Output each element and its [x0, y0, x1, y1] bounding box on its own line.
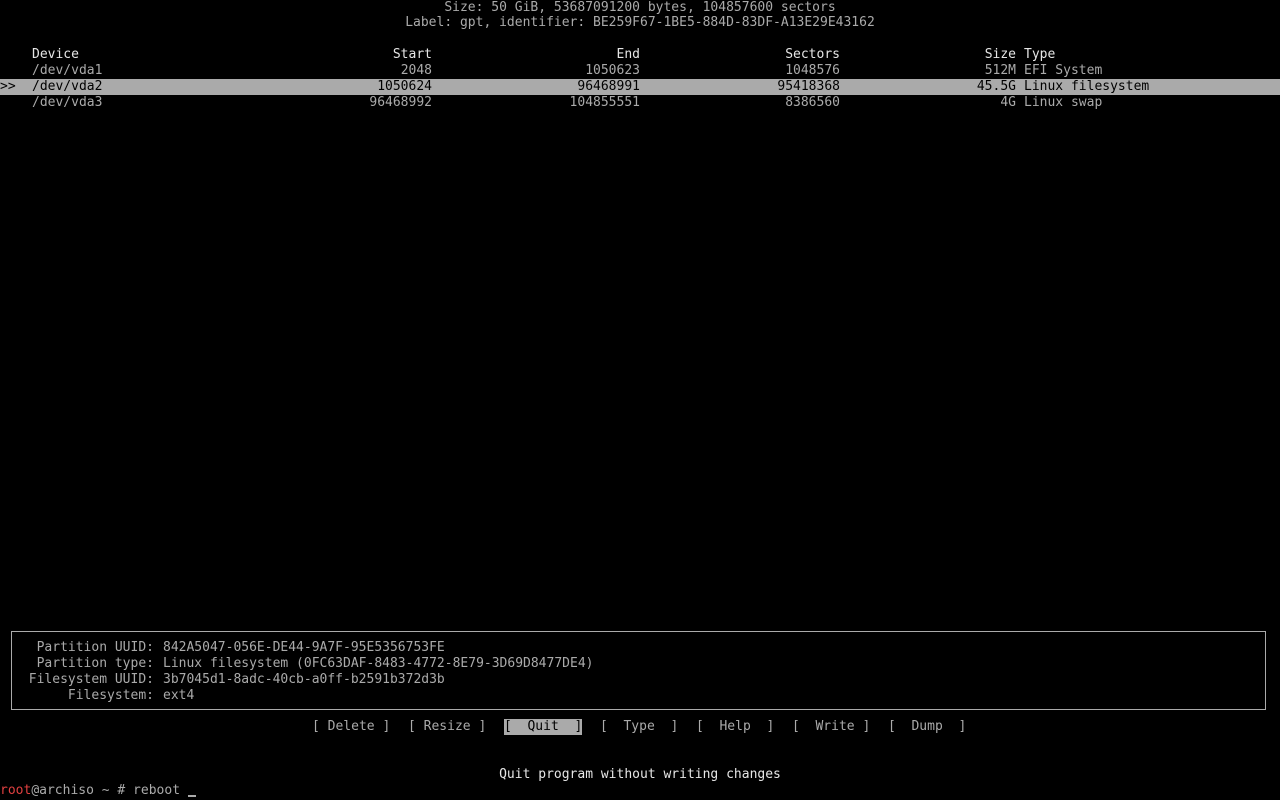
delete-button[interactable]: [ Delete ]	[312, 719, 390, 735]
row-start: 1050624	[377, 79, 432, 94]
quit-button[interactable]: [ Quit ]	[504, 719, 583, 735]
filesystem-uuid-value: 3b7045d1-8adc-40cb-a0ff-b2591b372d3b	[163, 672, 445, 687]
prompt-command: @archiso ~ # reboot	[31, 783, 188, 798]
disk-label-line: Label: gpt, identifier: BE259F67-1BE5-88…	[405, 15, 875, 30]
column-header-type: Type	[1024, 47, 1056, 62]
row-device: /dev/vda2	[32, 79, 103, 94]
table-row-selected[interactable]: >> /dev/vda2 1050624 96468991 95418368 4…	[0, 79, 1280, 95]
row-size: 512M	[984, 63, 1016, 78]
help-button[interactable]: [ Help ]	[696, 719, 774, 735]
row-end: 1050623	[585, 63, 640, 78]
partition-uuid-value: 842A5047-056E-DE44-9A7F-95E5356753FE	[163, 640, 445, 655]
write-button[interactable]: [ Write ]	[792, 719, 870, 735]
row-type: EFI System	[1024, 63, 1103, 78]
shell-prompt[interactable]: root@archiso ~ # reboot	[0, 783, 196, 799]
row-start: 2048	[400, 63, 432, 78]
filesystem-value: ext4	[163, 688, 195, 703]
column-header-size: Size	[984, 47, 1016, 62]
row-device: /dev/vda1	[32, 63, 103, 78]
row-type: Linux swap	[1024, 95, 1103, 110]
row-sectors: 8386560	[785, 95, 840, 110]
row-end: 96468991	[577, 79, 640, 94]
partition-type-key: Partition type:	[36, 656, 154, 671]
filesystem-uuid-key: Filesystem UUID:	[28, 672, 154, 687]
action-hint: Quit program without writing changes	[499, 767, 781, 782]
text-cursor	[187, 795, 196, 797]
row-sectors: 95418368	[777, 79, 840, 94]
table-row[interactable]: /dev/vda3 96468992 104855551 8386560 4G …	[0, 95, 1280, 111]
partition-type-line: Partition type: Linux filesystem (0FC63D…	[12, 656, 1262, 672]
filesystem-line: Filesystem: ext4	[12, 688, 1262, 704]
table-row[interactable]: /dev/vda1 2048 1050623 1048576 512M EFI …	[0, 63, 1280, 79]
filesystem-key: Filesystem:	[67, 688, 154, 703]
dump-button[interactable]: [ Dump ]	[888, 719, 966, 735]
column-header-start: Start	[392, 47, 432, 62]
row-sectors: 1048576	[785, 63, 840, 78]
row-device: /dev/vda3	[32, 95, 103, 110]
column-header-device: Device	[32, 47, 79, 62]
row-start: 96468992	[369, 95, 432, 110]
prompt-user: root	[0, 783, 32, 798]
action-menu: [ Delete ] [ Resize ] [ Quit ] [ Type ] …	[0, 719, 1280, 735]
column-header-end: End	[616, 47, 640, 62]
partition-uuid-key: Partition UUID:	[36, 640, 154, 655]
row-end: 104855551	[569, 95, 640, 110]
selection-marker: >>	[0, 79, 16, 94]
row-type: Linux filesystem	[1024, 79, 1150, 94]
disk-size-line: Size: 50 GiB, 53687091200 bytes, 1048576…	[444, 0, 836, 15]
column-header-sectors: Sectors	[785, 47, 840, 62]
partition-uuid-line: Partition UUID: 842A5047-056E-DE44-9A7F-…	[12, 640, 1262, 656]
filesystem-uuid-line: Filesystem UUID: 3b7045d1-8adc-40cb-a0ff…	[12, 672, 1262, 688]
type-button[interactable]: [ Type ]	[600, 719, 678, 735]
partition-type-value: Linux filesystem (0FC63DAF-8483-4772-8E7…	[163, 656, 594, 671]
partition-info-box: Partition UUID: 842A5047-056E-DE44-9A7F-…	[11, 631, 1266, 710]
row-size: 45.5G	[976, 79, 1016, 94]
table-header: Device Start End Sectors Size Type	[0, 47, 1280, 63]
resize-button[interactable]: [ Resize ]	[408, 719, 486, 735]
row-size: 4G	[1000, 95, 1016, 110]
